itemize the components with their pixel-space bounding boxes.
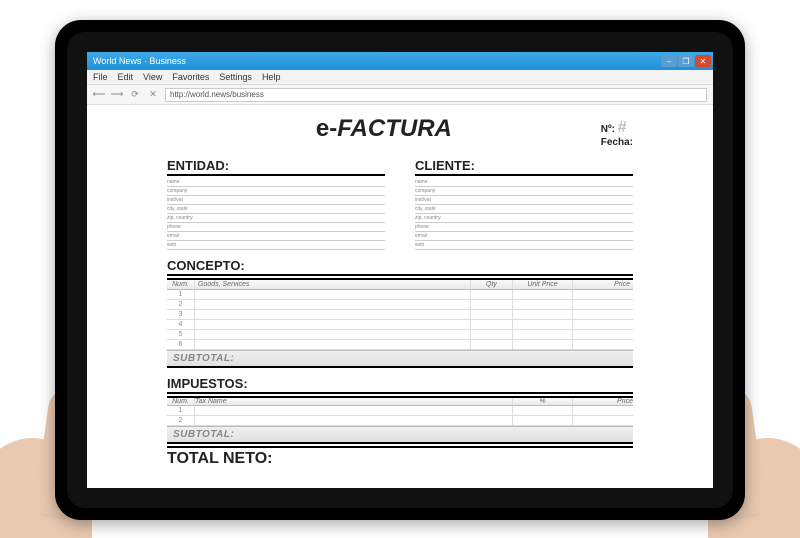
table-row: 1 (167, 406, 633, 416)
menu-help[interactable]: Help (262, 72, 281, 82)
menu-file[interactable]: File (93, 72, 108, 82)
client-row: name (415, 178, 633, 187)
entity-row: zip, country (167, 214, 385, 223)
entity-row: web (167, 241, 385, 250)
entity-row: city, state (167, 205, 385, 214)
minimize-button[interactable]: – (661, 55, 677, 67)
invoice-number-label: Nº: (601, 124, 615, 135)
client-rows: name company inst/vat city, state zip, c… (415, 178, 633, 250)
invoice-number-placeholder: # (618, 119, 627, 136)
col-num: Num. (167, 280, 195, 289)
table-row: 3 (167, 310, 633, 320)
concept-heading: CONCEPTO: (167, 258, 633, 276)
client-row: city, state (415, 205, 633, 214)
client-heading: CLIENTE: (415, 158, 633, 176)
col-tax-name: Tax Name (195, 398, 513, 405)
col-desc: Goods, Services (195, 280, 471, 289)
stop-icon[interactable]: ✕ (147, 89, 159, 101)
table-row: 2 (167, 416, 633, 426)
close-button[interactable]: ✕ (695, 55, 711, 67)
tablet-screen: World News · Business – ❐ ✕ File Edit Vi… (87, 52, 713, 488)
client-row: phone (415, 223, 633, 232)
maximize-button[interactable]: ❐ (678, 55, 694, 67)
taxes-heading: IMPUESTOS: (167, 376, 633, 394)
invoice-title: e-FACTURA (316, 115, 452, 143)
taxes-subtotal: SUBTOTAL: (167, 426, 633, 444)
client-row: inst/vat (415, 196, 633, 205)
table-row: 5 (167, 330, 633, 340)
forward-icon[interactable]: ⟶ (111, 89, 123, 101)
total-neto: TOTAL NETO: (167, 446, 633, 468)
col-price: Price (573, 398, 633, 405)
client-row: zip, country (415, 214, 633, 223)
invoice-meta: Nº: # Fecha: (601, 119, 633, 148)
entity-row: name (167, 178, 385, 187)
menu-settings[interactable]: Settings (219, 72, 252, 82)
table-row: 2 (167, 300, 633, 310)
menu-bar: File Edit View Favorites Settings Help (87, 70, 713, 85)
table-row: 1 (167, 290, 633, 300)
client-section: CLIENTE: name company inst/vat city, sta… (415, 158, 633, 250)
col-num: Num. (167, 398, 195, 405)
concept-subtotal: SUBTOTAL: (167, 350, 633, 368)
table-row: 6 (167, 340, 633, 350)
entity-heading: ENTIDAD: (167, 158, 385, 176)
client-row: email (415, 232, 633, 241)
col-qty: Qty (471, 280, 513, 289)
menu-view[interactable]: View (143, 72, 162, 82)
client-row: web (415, 241, 633, 250)
browser-toolbar: ⟵ ⟶ ⟳ ✕ (87, 85, 713, 105)
taxes-section: IMPUESTOS: Num. Tax Name % Price 1 2 SUB… (167, 376, 633, 444)
entity-rows: name company inst/vat city, state zip, c… (167, 178, 385, 250)
entity-row: phone (167, 223, 385, 232)
col-pct: % (513, 398, 573, 405)
invoice-document: e-FACTURA Nº: # Fecha: ENTIDAD: name com… (87, 105, 713, 488)
table-row: 4 (167, 320, 633, 330)
col-unit-price: Unit Price (513, 280, 573, 289)
entity-row: email (167, 232, 385, 241)
window-buttons: – ❐ ✕ (661, 55, 711, 67)
menu-favorites[interactable]: Favorites (172, 72, 209, 82)
entity-row: company (167, 187, 385, 196)
window-titlebar: World News · Business – ❐ ✕ (87, 52, 713, 70)
col-price: Price (573, 280, 633, 289)
taxes-table-header: Num. Tax Name % Price (167, 396, 633, 406)
tablet-device: World News · Business – ❐ ✕ File Edit Vi… (55, 20, 745, 520)
menu-edit[interactable]: Edit (118, 72, 134, 82)
back-icon[interactable]: ⟵ (93, 89, 105, 101)
invoice-date-label: Fecha: (601, 137, 633, 148)
entity-section: ENTIDAD: name company inst/vat city, sta… (167, 158, 385, 250)
window-title: World News · Business (93, 56, 186, 66)
address-bar[interactable] (165, 88, 707, 102)
entity-row: inst/vat (167, 196, 385, 205)
concept-section: CONCEPTO: Num. Goods, Services Qty Unit … (167, 258, 633, 368)
client-row: company (415, 187, 633, 196)
scene: World News · Business – ❐ ✕ File Edit Vi… (0, 0, 800, 538)
concept-table-header: Num. Goods, Services Qty Unit Price Pric… (167, 278, 633, 290)
refresh-icon[interactable]: ⟳ (129, 89, 141, 101)
